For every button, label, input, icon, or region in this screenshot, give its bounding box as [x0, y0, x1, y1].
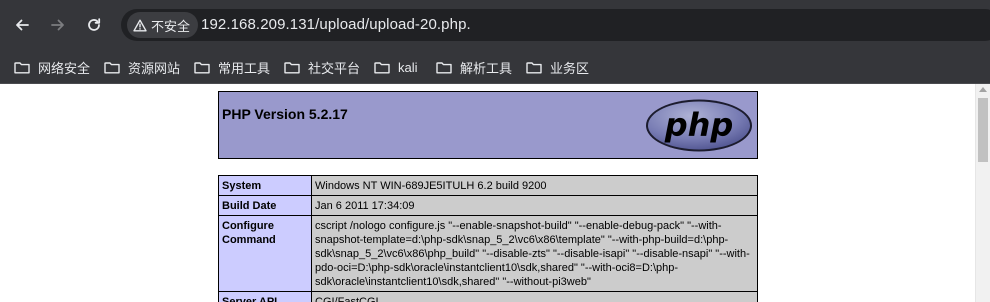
folder-icon — [436, 61, 452, 73]
reload-icon — [88, 18, 101, 31]
url-text[interactable]: 192.168.209.131/upload/upload-20.php. — [201, 16, 471, 33]
table-row: Server API CGI/FastCGI — [218, 291, 758, 302]
phpinfo-table: System Windows NT WIN-689JE5ITULH 6.2 bu… — [218, 175, 758, 302]
table-row: Configure Command cscript /nologo config… — [218, 215, 758, 292]
folder-icon — [526, 61, 542, 73]
bookmark-folder[interactable]: 解析工具 — [436, 56, 512, 78]
vertical-scrollbar[interactable] — [975, 84, 990, 302]
row-value: Jan 6 2011 17:34:09 — [311, 195, 758, 216]
page-title: PHP Version 5.2.17 — [222, 106, 348, 122]
scroll-up-arrow-icon[interactable] — [979, 87, 987, 92]
php-logo-text: php — [664, 106, 734, 144]
bookmark-folder[interactable]: 网络安全 — [14, 56, 90, 78]
forward-button[interactable] — [44, 11, 72, 39]
folder-icon — [374, 61, 390, 73]
warning-triangle-icon — [133, 19, 147, 31]
bookmark-label: 资源网站 — [128, 60, 181, 76]
bookmark-label: 网络安全 — [38, 60, 91, 76]
row-value: Windows NT WIN-689JE5ITULH 6.2 build 920… — [311, 175, 758, 196]
scrollbar-thumb[interactable] — [978, 98, 988, 162]
bookmark-folder[interactable]: 社交平台 — [284, 56, 360, 78]
phpinfo-header: PHP Version 5.2.17 php — [218, 91, 758, 159]
bookmark-label: 业务区 — [550, 60, 590, 76]
back-button[interactable] — [8, 11, 36, 39]
row-key: Configure Command — [218, 215, 312, 292]
browser-toolbar: 不安全 192.168.209.131/upload/upload-20.php… — [0, 0, 990, 50]
folder-icon — [284, 61, 300, 73]
reload-button[interactable] — [80, 11, 108, 39]
row-key: Build Date — [218, 195, 312, 216]
back-arrow-icon — [16, 19, 29, 31]
bookmark-folder[interactable]: 业务区 — [526, 56, 589, 78]
bookmark-label: 社交平台 — [308, 60, 361, 76]
folder-icon — [194, 61, 210, 73]
bookmark-label: kali — [398, 59, 418, 75]
php-logo-icon: php — [646, 99, 752, 152]
page-viewport: PHP Version 5.2.17 php System Windows NT… — [0, 84, 990, 302]
forward-arrow-icon — [51, 19, 64, 31]
folder-icon — [14, 61, 30, 73]
folder-icon — [104, 61, 120, 73]
bookmark-label: 解析工具 — [460, 60, 513, 76]
row-key: Server API — [218, 291, 312, 302]
bookmark-folder[interactable]: kali — [374, 56, 418, 78]
security-label: 不安全 — [151, 18, 191, 34]
bookmark-label: 常用工具 — [218, 60, 271, 76]
bookmark-folder[interactable]: 常用工具 — [194, 56, 270, 78]
row-key: System — [218, 175, 312, 196]
security-indicator[interactable]: 不安全 — [127, 12, 199, 38]
table-row: Build Date Jan 6 2011 17:34:09 — [218, 195, 758, 216]
address-bar[interactable]: 不安全 192.168.209.131/upload/upload-20.php… — [121, 9, 990, 41]
bookmarks-bar: 网络安全 资源网站 常用工具 社交平台 kali 解析工具 业务区 — [0, 50, 990, 84]
row-value: cscript /nologo configure.js "--enable-s… — [311, 215, 758, 292]
row-value: CGI/FastCGI — [311, 291, 758, 302]
bookmark-folder[interactable]: 资源网站 — [104, 56, 180, 78]
table-row: System Windows NT WIN-689JE5ITULH 6.2 bu… — [218, 175, 758, 196]
